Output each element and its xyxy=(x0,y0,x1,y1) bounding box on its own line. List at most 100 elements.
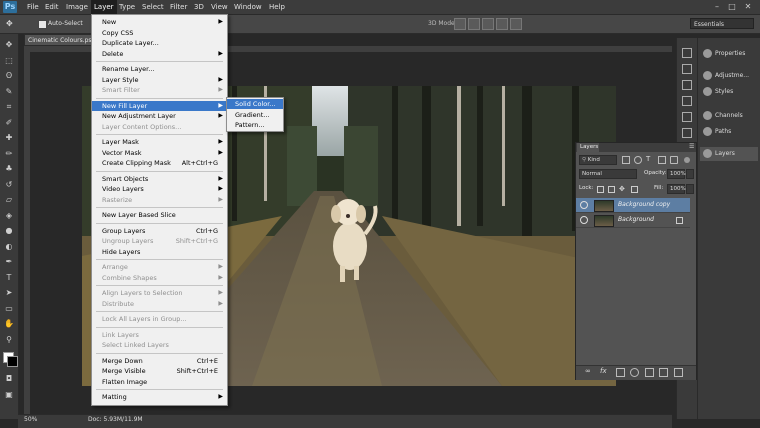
filter-adjustment-icon[interactable] xyxy=(634,156,642,164)
auto-select-checkbox[interactable] xyxy=(38,20,47,29)
menu-item-distribute[interactable]: Distribute ▶ xyxy=(92,299,227,309)
menu-item-video-layers[interactable]: Video Layers ▶ xyxy=(92,184,227,194)
menu-help[interactable]: Help xyxy=(266,0,288,14)
dock-adjustme[interactable]: Adjustme... xyxy=(700,69,758,83)
brush-presets-icon[interactable] xyxy=(682,80,692,90)
maximize-icon[interactable]: □ xyxy=(726,2,738,12)
menu-item-new[interactable]: New ▶ xyxy=(92,17,227,27)
3d-slide-icon[interactable] xyxy=(496,18,508,30)
crop-tool-icon[interactable]: ⌗ xyxy=(4,102,14,111)
menu-item-layer-content-options[interactable]: Layer Content Options... xyxy=(92,122,227,132)
menu-select[interactable]: Select xyxy=(139,0,167,14)
panel-menu-icon[interactable]: ☰ xyxy=(689,143,694,150)
marquee-tool-icon[interactable]: ⬚ xyxy=(4,56,14,65)
minimize-icon[interactable]: – xyxy=(711,2,723,12)
link-layers-icon[interactable]: ∞ xyxy=(585,367,591,375)
dock-styles[interactable]: Styles xyxy=(700,85,758,99)
menu-item-flatten-image[interactable]: Flatten Image xyxy=(92,377,227,387)
layers-tab[interactable]: Layers xyxy=(577,143,599,152)
3d-scale-icon[interactable] xyxy=(510,18,522,30)
paint-bucket-icon[interactable]: ◈ xyxy=(4,211,14,220)
3d-roll-icon[interactable] xyxy=(468,18,480,30)
info-icon[interactable] xyxy=(682,64,692,74)
delete-layer-icon[interactable] xyxy=(674,368,683,377)
menu-item-lock-all-layers-in-group[interactable]: Lock All Layers in Group... xyxy=(92,314,227,324)
hand-tool-icon[interactable]: ✋ xyxy=(4,319,14,328)
filter-smart-object-icon[interactable] xyxy=(670,156,678,164)
blend-mode-select[interactable]: Normal xyxy=(579,169,637,179)
dock-properties[interactable]: Properties xyxy=(700,47,758,61)
new-group-icon[interactable] xyxy=(645,368,654,377)
lock-all-icon[interactable] xyxy=(631,186,638,193)
menu-item-smart-filter[interactable]: Smart Filter ▶ xyxy=(92,85,227,95)
3d-rotate-icon[interactable] xyxy=(454,18,466,30)
filter-shape-icon[interactable] xyxy=(658,156,666,164)
brush-tool-icon[interactable]: ✏ xyxy=(4,149,14,158)
menu-item-group-layers[interactable]: Group Layers Ctrl+G xyxy=(92,226,227,236)
background-color-swatch[interactable] xyxy=(7,356,18,367)
menu-item-new-fill-layer[interactable]: New Fill Layer ▶ xyxy=(92,100,227,111)
menu-layer[interactable]: Layer xyxy=(91,0,117,14)
add-mask-icon[interactable] xyxy=(616,368,625,377)
fill-input[interactable]: 100% xyxy=(667,184,686,194)
zoom-tool-icon[interactable]: ⚲ xyxy=(4,335,14,344)
quick-mask-icon[interactable]: ◘ xyxy=(4,374,14,383)
new-layer-icon[interactable] xyxy=(659,368,668,377)
menu-item-hide-layers[interactable]: Hide Layers xyxy=(92,247,227,257)
opacity-input[interactable]: 100% xyxy=(667,169,686,179)
lock-pixels-icon[interactable] xyxy=(608,186,615,193)
menu-item-create-clipping-mask[interactable]: Create Clipping Mask Alt+Ctrl+G xyxy=(92,158,227,168)
menu-item-smart-objects[interactable]: Smart Objects ▶ xyxy=(92,174,227,184)
paragraph-icon[interactable] xyxy=(682,112,692,122)
history-brush-icon[interactable]: ↺ xyxy=(4,180,14,189)
menu-item-arrange[interactable]: Arrange ▶ xyxy=(92,262,227,272)
menu-edit[interactable]: Edit xyxy=(42,0,62,14)
menu-filter[interactable]: Filter xyxy=(167,0,190,14)
screen-mode-icon[interactable]: ▣ xyxy=(4,390,14,399)
menu-item-rename-layer[interactable]: Rename Layer... xyxy=(92,64,227,74)
menu-file[interactable]: File xyxy=(24,0,42,14)
history-icon[interactable] xyxy=(682,48,692,58)
fill-dropdown-button[interactable] xyxy=(686,184,694,194)
opacity-dropdown-button[interactable] xyxy=(686,169,694,179)
menu-item-new-layer-based-slice[interactable]: New Layer Based Slice xyxy=(92,210,227,220)
type-tool-icon[interactable]: T xyxy=(4,273,14,282)
lock-transparent-icon[interactable] xyxy=(597,186,604,193)
menu-item-rasterize[interactable]: Rasterize ▶ xyxy=(92,195,227,205)
menu-item-merge-down[interactable]: Merge Down Ctrl+E xyxy=(92,356,227,366)
eraser-tool-icon[interactable]: ▱ xyxy=(4,195,14,204)
3d-pan-icon[interactable] xyxy=(482,18,494,30)
menu-item-link-layers[interactable]: Link Layers xyxy=(92,330,227,340)
submenu-item-solid-color[interactable]: Solid Color... xyxy=(227,99,283,109)
dock-channels[interactable]: Channels xyxy=(700,109,758,123)
document-tab[interactable]: Cinematic Colours.psd xyxy=(24,34,100,46)
submenu-item-pattern[interactable]: Pattern... xyxy=(227,120,283,130)
submenu-item-gradient[interactable]: Gradient... xyxy=(227,110,283,120)
menu-item-new-adjustment-layer[interactable]: New Adjustment Layer ▶ xyxy=(92,111,227,121)
tool-presets-icon[interactable] xyxy=(682,128,692,138)
menu-item-align-layers-to-selection[interactable]: Align Layers to Selection ▶ xyxy=(92,288,227,298)
visibility-eye-icon[interactable] xyxy=(580,216,588,224)
visibility-eye-icon[interactable] xyxy=(580,201,588,209)
healing-brush-icon[interactable]: ✚ xyxy=(4,133,14,142)
clone-stamp-icon[interactable]: ♣ xyxy=(4,164,14,173)
path-select-icon[interactable]: ➤ xyxy=(4,288,14,297)
zoom-level[interactable]: 50% xyxy=(24,416,37,423)
filter-kind-select[interactable]: ⚲ Kind xyxy=(579,155,617,165)
menu-item-duplicate-layer[interactable]: Duplicate Layer... xyxy=(92,38,227,48)
menu-item-delete[interactable]: Delete ▶ xyxy=(92,49,227,59)
menu-item-ungroup-layers[interactable]: Ungroup Layers Shift+Ctrl+G xyxy=(92,236,227,246)
workspace-select[interactable]: Essentials xyxy=(690,18,754,29)
dock-layers[interactable]: Layers xyxy=(700,147,758,161)
dodge-tool-icon[interactable]: ◐ xyxy=(4,242,14,251)
menu-3d[interactable]: 3D xyxy=(191,0,207,14)
filter-type-icon[interactable]: T xyxy=(646,155,650,163)
menu-item-select-linked-layers[interactable]: Select Linked Layers xyxy=(92,340,227,350)
add-layer-style-icon[interactable]: fx xyxy=(600,367,607,375)
quick-select-tool-icon[interactable]: ✎ xyxy=(4,87,14,96)
filter-toggle-icon[interactable] xyxy=(684,157,690,163)
menu-item-vector-mask[interactable]: Vector Mask ▶ xyxy=(92,148,227,158)
menu-item-layer-mask[interactable]: Layer Mask ▶ xyxy=(92,137,227,147)
menu-item-merge-visible[interactable]: Merge Visible Shift+Ctrl+E xyxy=(92,366,227,376)
move-tool-icon[interactable]: ✥ xyxy=(6,19,13,28)
